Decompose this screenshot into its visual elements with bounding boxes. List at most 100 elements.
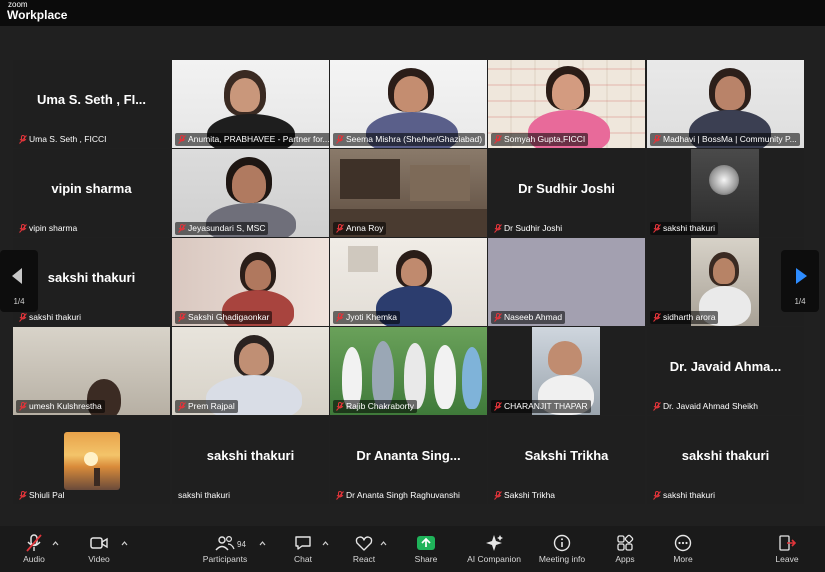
participant-tile[interactable]: Rajib Chakraborty (330, 327, 487, 415)
muted-mic-icon (494, 135, 502, 144)
chevron-up-icon[interactable] (259, 540, 266, 547)
chevron-up-icon[interactable] (380, 540, 387, 547)
muted-mic-icon (336, 135, 344, 144)
react-button[interactable]: React (348, 534, 380, 564)
participant-display-name: Dr Ananta Sing... (356, 448, 461, 463)
participant-display-name: vipin sharma (51, 181, 132, 196)
participant-label: Uma S. Seth , FICCI (16, 133, 109, 146)
participant-tile[interactable]: Naseeb Ahmad (488, 238, 645, 326)
participant-display-name: Dr. Javaid Ahma... (669, 359, 782, 374)
participant-tile[interactable]: Uma S. Seth , FI... Uma S. Seth , FICCI (13, 60, 170, 148)
chat-button[interactable]: Chat (288, 534, 318, 564)
gallery-view: Uma S. Seth , FI... Uma S. Seth , FICCI … (0, 26, 825, 526)
participant-name: Jeyasundari S, MSC (188, 223, 266, 233)
participant-label: Dr. Javaid Ahmad Sheikh (650, 400, 761, 413)
participant-tile[interactable]: sakshi thakuri sakshi thakuri (647, 416, 804, 504)
participant-name: Somyah Gupta,FICCI (504, 134, 586, 144)
participant-name: Uma S. Seth , FICCI (29, 134, 107, 144)
more-label: More (673, 554, 693, 564)
sparkle-icon (486, 535, 503, 551)
participant-label: sakshi thakuri (16, 311, 84, 324)
apps-button[interactable]: Apps (610, 534, 640, 564)
participant-name: sakshi thakuri (29, 312, 81, 322)
share-screen-icon (417, 536, 435, 550)
leave-exit-icon (779, 535, 797, 551)
muted-mic-icon (494, 491, 502, 500)
video-camera-icon (90, 537, 108, 549)
participant-tile[interactable]: Madhavi | BossMa | Community P... (647, 60, 804, 148)
next-page-button[interactable]: 1/4 (781, 250, 819, 312)
participant-tile[interactable]: Anna Roy (330, 149, 487, 237)
participant-tile[interactable]: Sakshi Ghadigaonkar (172, 238, 329, 326)
participant-tile[interactable]: Sakshi Trikha Sakshi Trikha (488, 416, 645, 504)
muted-mic-icon (653, 135, 661, 144)
participant-tile[interactable]: CHARANJIT THAPAR (488, 327, 645, 415)
participant-tile[interactable]: Shiuli Pal (13, 416, 170, 504)
participants-button[interactable]: Participants (200, 534, 250, 564)
participant-name: Sakshi Ghadigaonkar (188, 312, 270, 322)
participant-tile[interactable]: Jeyasundari S, MSC (172, 149, 329, 237)
chevron-up-icon[interactable] (121, 540, 128, 547)
participant-label: Madhavi | BossMa | Community P... (650, 133, 800, 146)
muted-mic-icon (19, 402, 27, 411)
participant-label: Anumita, PRABHAVEE - Partner for... (175, 133, 329, 146)
participant-tile[interactable]: Prem Rajpal (172, 327, 329, 415)
participant-tile[interactable]: Anumita, PRABHAVEE - Partner for... (172, 60, 329, 148)
participant-tile[interactable]: sakshi thakuri (647, 149, 804, 237)
participant-label: Sakshi Ghadigaonkar (175, 311, 273, 324)
previous-page-button[interactable]: 1/4 (0, 250, 38, 312)
participant-name: Rajib Chakraborty (346, 401, 415, 411)
muted-mic-icon (336, 402, 344, 411)
participant-tile[interactable]: vipin sharma vipin sharma (13, 149, 170, 237)
page-indicator: 1/4 (13, 297, 25, 306)
react-label: React (352, 554, 376, 564)
ai-companion-button[interactable]: AI Companion (463, 534, 525, 564)
participant-tile[interactable]: Dr Ananta Sing... Dr Ananta Singh Raghuv… (330, 416, 487, 504)
video-button[interactable]: Video (82, 534, 116, 564)
participant-tile[interactable]: Dr. Javaid Ahma... Dr. Javaid Ahmad Shei… (647, 327, 804, 415)
share-button[interactable]: Share (410, 534, 442, 564)
leave-button[interactable]: Leave (770, 534, 804, 564)
participant-name: sakshi thakuri (178, 490, 230, 500)
participant-display-name: Dr Sudhir Joshi (518, 181, 615, 196)
share-label: Share (414, 554, 438, 564)
leave-label: Leave (775, 554, 799, 564)
participant-name: Naseeb Ahmad (504, 312, 563, 322)
participant-tile[interactable]: Dr Sudhir Joshi Dr Sudhir Joshi (488, 149, 645, 237)
participant-label: sakshi thakuri (650, 222, 718, 235)
participant-label: Sakshi Trikha (491, 489, 558, 502)
participant-name: Madhavi | BossMa | Community P... (663, 134, 797, 144)
muted-mic-icon (653, 224, 661, 233)
chevron-up-icon[interactable] (52, 540, 59, 547)
muted-mic-icon (19, 491, 27, 500)
chat-bubble-icon (295, 536, 311, 550)
more-button[interactable]: More (668, 534, 698, 564)
participant-name: vipin sharma (29, 223, 78, 233)
apps-label: Apps (615, 554, 635, 564)
muted-mic-icon (653, 402, 661, 411)
participant-label: sakshi thakuri (650, 489, 718, 502)
participant-name: sakshi thakuri (663, 223, 715, 233)
participants-label: Participants (202, 554, 248, 564)
participant-label: Dr Sudhir Joshi (491, 222, 565, 235)
participant-label: sakshi thakuri (175, 489, 233, 502)
participant-label: Somyah Gupta,FICCI (491, 133, 589, 146)
participant-label: Shiuli Pal (16, 489, 67, 502)
participant-tile[interactable]: umesh Kulshrestha (13, 327, 170, 415)
meeting-info-button[interactable]: Meeting info (534, 534, 590, 564)
muted-mic-icon (653, 313, 661, 322)
muted-mic-icon (653, 491, 661, 500)
muted-mic-icon (19, 224, 27, 233)
participant-tile[interactable]: Jyoti Khemka (330, 238, 487, 326)
audio-button[interactable]: Audio (16, 534, 52, 564)
participant-tile-active-speaker[interactable]: Somyah Gupta,FICCI (488, 60, 645, 148)
participant-tile[interactable]: Seema Mishra (She/her/Ghaziabad) (330, 60, 487, 148)
app-brand-title: Workplace (7, 8, 68, 22)
muted-mic-icon (494, 224, 502, 233)
participant-name: Anumita, PRABHAVEE - Partner for... (188, 134, 329, 144)
participant-tile[interactable]: sakshi thakuri sakshi thakuri (172, 416, 329, 504)
participant-name: Sakshi Trikha (504, 490, 556, 500)
participant-label: Jeyasundari S, MSC (175, 222, 269, 235)
muted-mic-icon (336, 313, 344, 322)
chevron-up-icon[interactable] (322, 540, 329, 547)
